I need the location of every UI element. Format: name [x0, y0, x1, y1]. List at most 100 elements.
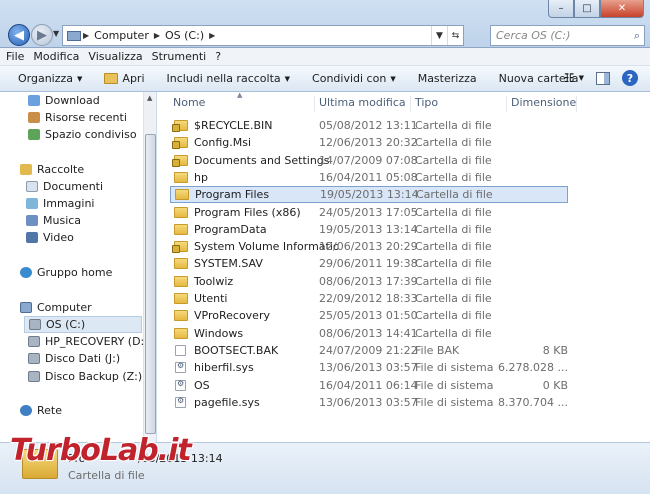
include-label: Includi nella raccolta	[166, 72, 281, 85]
view-options-icon[interactable]: ☷	[564, 71, 575, 85]
menu-strumenti[interactable]: Strumenti	[152, 50, 207, 63]
file-name: Program Files (x86)	[194, 205, 301, 219]
video-icon	[26, 232, 38, 243]
sidebar-item-pictures[interactable]: Immagini	[26, 195, 94, 212]
file-modified: 16/04/2011 06:14	[319, 378, 418, 392]
documents-icon	[26, 181, 38, 192]
minimize-button[interactable]: –	[548, 0, 574, 18]
preview-pane-icon[interactable]	[596, 71, 610, 85]
file-row[interactable]: Toolwiz 08/06/2013 17:39 Cartella di file	[170, 273, 568, 290]
file-row[interactable]: hp 16/04/2011 05:08 Cartella di file	[170, 169, 568, 186]
burn-button[interactable]: Masterizza	[418, 72, 477, 85]
file-type: Cartella di file	[415, 153, 492, 167]
file-size: 6.278.028 ...	[498, 361, 568, 375]
file-row[interactable]: Program Files 19/05/2013 13:14 Cartella di…	[170, 186, 568, 204]
include-in-library-button[interactable]: Includi nella raccolta ▼	[167, 72, 291, 85]
file-row[interactable]: OS 16/04/2011 06:14File di sistema 0 KB	[170, 377, 568, 394]
file-modified: 05/08/2012 13:11	[319, 119, 418, 132]
drive-icon	[28, 371, 40, 382]
sidebar-item-label: Download	[45, 94, 100, 107]
open-button[interactable]: Apri	[104, 72, 145, 85]
sidebar-item-disco-dati[interactable]: Disco Dati (J:)	[28, 350, 120, 367]
search-input[interactable]: Cerca OS (C:) ⌕	[490, 25, 645, 46]
file-row[interactable]: Config.Msi 12/06/2013 20:32 Cartella di fi…	[170, 134, 568, 151]
menu-help[interactable]: ?	[215, 50, 221, 63]
system-file-icon	[175, 396, 186, 408]
details-type: Cartella di file	[68, 469, 145, 482]
close-button[interactable]: ✕	[600, 0, 644, 18]
sidebar-item-download[interactable]: Download	[28, 92, 100, 109]
pictures-icon	[26, 198, 38, 209]
file-name: OS	[194, 378, 210, 392]
sidebar-item-recent[interactable]: Risorse recenti	[28, 109, 127, 126]
sidebar-item-homegroup[interactable]: Gruppo home	[20, 264, 112, 281]
chevron-right-icon[interactable]: ▶	[83, 31, 89, 40]
menu-modifica[interactable]: Modifica	[33, 50, 79, 63]
chevron-right-icon[interactable]: ▶	[209, 31, 215, 40]
scroll-up-icon[interactable]: ▲	[147, 94, 152, 102]
folder-icon	[174, 293, 188, 304]
sidebar-scrollbar[interactable]: ▲	[143, 92, 156, 442]
sidebar-item-music[interactable]: Musica	[26, 212, 81, 229]
file-modified: 19/05/2013 13:14	[319, 222, 418, 236]
column-modified[interactable]: Ultima modifica	[315, 96, 411, 112]
column-type[interactable]: Tipo	[411, 96, 507, 112]
sidebar-item-documents[interactable]: Documenti	[26, 178, 103, 195]
sidebar-item-label: Rete	[37, 404, 62, 417]
folder-icon	[174, 171, 188, 183]
chevron-down-icon[interactable]: ▼	[579, 74, 584, 82]
address-bar[interactable]: ▶ Computer ▶ OS (C:) ▶ ▼ ⇆	[62, 25, 464, 46]
file-row[interactable]: SYSTEM.SAV 29/06/2011 19:38 Cartella di fi…	[170, 255, 568, 272]
file-row[interactable]: hiberfil.sys 13/06/2013 03:57File di sist…	[170, 359, 568, 376]
file-row[interactable]: Utenti 22/09/2012 18:33 Cartella di file	[170, 290, 568, 307]
back-button[interactable]: ◀	[8, 24, 30, 46]
chevron-down-icon: ▼	[390, 74, 396, 83]
file-row[interactable]: ProgramData 19/05/2013 13:14 Cartella di f…	[170, 221, 568, 238]
file-type: Cartella di file	[415, 257, 492, 271]
address-dropdown-icon[interactable]: ▼	[431, 26, 447, 45]
scrollbar-thumb[interactable]	[145, 134, 156, 434]
column-size[interactable]: Dimensione	[507, 96, 577, 112]
file-row[interactable]: pagefile.sys 13/06/2013 03:57File di sist…	[170, 394, 568, 411]
sidebar-item-network[interactable]: Rete	[20, 402, 62, 419]
file-name: Config.Msi	[194, 136, 252, 150]
sidebar-item-libraries[interactable]: Raccolte	[20, 161, 84, 178]
refresh-icon[interactable]: ⇆	[447, 26, 463, 45]
menu-file[interactable]: File	[6, 50, 24, 63]
folder-icon	[174, 206, 188, 218]
sidebar-item-os-c[interactable]: OS (C:)	[24, 316, 142, 333]
sidebar-item-label: Spazio condiviso	[45, 128, 137, 141]
file-name: SYSTEM.SAV	[194, 257, 263, 271]
breadcrumb-computer[interactable]: Computer	[94, 29, 149, 42]
locked-folder-icon	[172, 241, 188, 254]
file-row[interactable]: Program Files (x86) 24/05/2013 17:05 Carte…	[170, 204, 568, 221]
menu-visualizza[interactable]: Visualizza	[88, 50, 142, 63]
folder-icon	[174, 223, 188, 235]
file-row[interactable]: BOOTSECT.BAK 24/07/2009 21:22 File BAK 8 KB	[170, 342, 568, 359]
file-row[interactable]: System Volume Information 12/06/2013 20:2…	[170, 238, 568, 255]
file-type: Cartella di file	[415, 119, 492, 132]
share-with-button[interactable]: Condividi con ▼	[312, 72, 396, 85]
file-row[interactable]: Documents and Settings 14/07/2009 07:08 Ca…	[170, 152, 568, 169]
breadcrumb-os-c[interactable]: OS (C:)	[165, 29, 204, 42]
forward-button[interactable]: ▶	[31, 24, 53, 46]
file-modified: 08/06/2013 14:41	[319, 326, 418, 340]
chevron-right-icon[interactable]: ▶	[154, 31, 160, 40]
maximize-button[interactable]: □	[574, 0, 600, 18]
sidebar-item-video[interactable]: Video	[26, 229, 74, 246]
sidebar-item-disco-backup[interactable]: Disco Backup (Z:)	[28, 368, 142, 385]
file-row[interactable]: VProRecovery 25/05/2013 01:50 Cartella di …	[170, 307, 568, 324]
burn-label: Masterizza	[417, 72, 477, 85]
sidebar-item-computer[interactable]: Computer	[20, 299, 92, 316]
sidebar-item-shared-space[interactable]: Spazio condiviso	[28, 126, 137, 143]
column-name[interactable]: Nome	[169, 96, 315, 112]
file-type: Cartella di file	[415, 292, 492, 305]
help-icon[interactable]: ?	[622, 70, 638, 86]
organize-button[interactable]: Organizza ▼	[18, 72, 82, 85]
recent-pages-dropdown[interactable]: ▼	[53, 29, 59, 38]
file-row[interactable]: Windows 08/06/2013 14:41 Cartella di file	[170, 325, 568, 342]
sidebar-item-label: Documenti	[43, 180, 104, 193]
search-icon[interactable]: ⌕	[634, 29, 640, 43]
sidebar-item-hp-recovery[interactable]: HP_RECOVERY (D:)	[28, 333, 149, 350]
file-row[interactable]: $RECYCLE.BIN 05/08/2012 13:11 Cartella di …	[170, 117, 568, 134]
